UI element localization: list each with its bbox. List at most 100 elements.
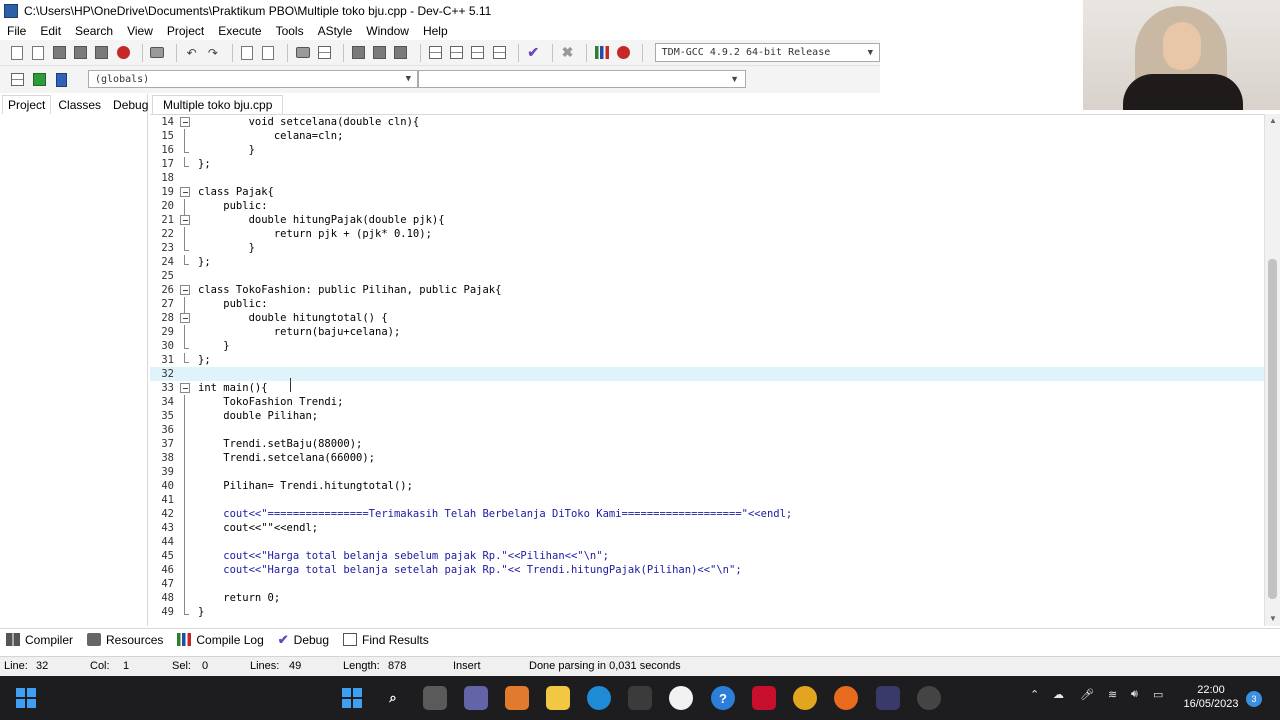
store-icon[interactable]	[628, 686, 652, 710]
help-icon[interactable]: ?	[711, 686, 735, 710]
goto-definition-button[interactable]	[52, 71, 70, 89]
close-all-button[interactable]	[114, 44, 131, 62]
tab-project[interactable]: Project	[2, 95, 52, 114]
indent-button[interactable]	[371, 44, 388, 62]
open-button[interactable]	[29, 44, 46, 62]
menu-execute[interactable]: Execute	[211, 24, 268, 38]
file-explorer-icon[interactable]	[546, 686, 570, 710]
mcafee-icon[interactable]	[752, 686, 776, 710]
menu-edit[interactable]: Edit	[33, 24, 68, 38]
tab-debug-output[interactable]: ✔ Debug	[278, 632, 329, 648]
syntax-check-button[interactable]: ✔	[525, 44, 542, 62]
widgets-icon[interactable]	[16, 688, 36, 708]
code-line[interactable]: 38 Trendi.setcelana(66000);	[150, 451, 1264, 467]
tab-compiler[interactable]: Compiler	[6, 633, 73, 647]
profile-button[interactable]	[593, 44, 610, 62]
code-line[interactable]: 26 class TokoFashion: public Pilihan, pub…	[150, 283, 1264, 297]
code-line[interactable]: 27 public:	[150, 297, 1264, 313]
fold-toggle-icon[interactable]	[180, 215, 190, 225]
edge-icon[interactable]	[587, 686, 611, 710]
scroll-up-icon[interactable]: ▲	[1265, 114, 1280, 128]
find-button[interactable]	[239, 44, 256, 62]
devcpp-taskbar-icon[interactable]	[876, 686, 900, 710]
start-icon[interactable]	[342, 688, 362, 708]
code-line[interactable]: 35 double Pilihan;	[150, 409, 1264, 425]
toggle-comment-button[interactable]	[392, 44, 409, 62]
tab-resources[interactable]: Resources	[87, 633, 163, 647]
save-all-button[interactable]	[72, 44, 89, 62]
notification-badge[interactable]: 3	[1246, 691, 1262, 707]
chrome-icon[interactable]	[793, 686, 817, 710]
menu-astyle[interactable]: AStyle	[311, 24, 360, 38]
goto-declaration-button[interactable]	[30, 71, 48, 89]
code-line[interactable]: 48 return 0;	[150, 591, 1264, 607]
close-file-button[interactable]	[93, 44, 110, 62]
editor-scrollbar[interactable]: ▲ ▼	[1264, 114, 1280, 626]
volume-icon[interactable]: 🔊︎	[1131, 688, 1138, 701]
menu-project[interactable]: Project	[160, 24, 211, 38]
wifi-icon[interactable]: ≋	[1108, 688, 1117, 701]
code-line[interactable]: 18	[150, 171, 1264, 185]
menu-tools[interactable]: Tools	[269, 24, 311, 38]
code-line[interactable]: 15 celana=cln;	[150, 129, 1264, 145]
class-browser-button[interactable]	[8, 71, 26, 89]
obs-icon[interactable]	[917, 686, 941, 710]
code-line[interactable]: 25	[150, 269, 1264, 283]
code-line[interactable]: 23 }	[150, 241, 1264, 255]
new-file-button[interactable]	[8, 44, 25, 62]
code-line[interactable]: 32	[150, 367, 1264, 381]
member-select[interactable]: ▼	[418, 70, 746, 88]
code-line[interactable]: 36	[150, 423, 1264, 439]
cloud-icon[interactable]: ☁	[1053, 688, 1064, 701]
menu-search[interactable]: Search	[68, 24, 120, 38]
fold-toggle-icon[interactable]	[180, 285, 190, 295]
compile-button[interactable]	[426, 44, 443, 62]
scroll-down-icon[interactable]: ▼	[1265, 612, 1280, 626]
code-line[interactable]: 16 }	[150, 143, 1264, 157]
menu-view[interactable]: View	[120, 24, 160, 38]
code-line[interactable]: 42 cout<<"================Terimakasih Te…	[150, 507, 1264, 523]
code-line[interactable]: 47	[150, 577, 1264, 593]
code-line[interactable]: 20 public:	[150, 199, 1264, 215]
compiler-select[interactable]: TDM-GCC 4.9.2 64-bit Release ▼	[654, 43, 881, 62]
chevron-up-icon[interactable]: ⌃	[1030, 688, 1039, 701]
chat-icon[interactable]	[464, 686, 488, 710]
stop-execution-button[interactable]: ✖	[559, 44, 576, 62]
code-line[interactable]: 34 TokoFashion Trendi;	[150, 395, 1264, 411]
github-icon[interactable]	[669, 686, 693, 710]
code-line[interactable]: 28 double hitungtotal() {	[150, 311, 1264, 325]
code-line[interactable]: 41	[150, 493, 1264, 509]
code-line[interactable]: 24};	[150, 255, 1264, 269]
undo-button[interactable]: ↶	[183, 44, 200, 62]
tab-file[interactable]: Multiple toko bju.cpp	[152, 95, 284, 114]
save-button[interactable]	[51, 44, 68, 62]
code-line[interactable]: 33 int main(){	[150, 381, 1264, 395]
firefox-icon[interactable]	[834, 686, 858, 710]
code-line[interactable]: 22 return pjk + (pjk* 0.10);	[150, 227, 1264, 243]
fold-toggle-icon[interactable]	[180, 117, 190, 127]
code-line[interactable]: 17};	[150, 157, 1264, 171]
run-button[interactable]	[448, 44, 465, 62]
bookmark-button[interactable]	[315, 44, 332, 62]
code-line[interactable]: 46 cout<<"Harga total belanja setelah pa…	[150, 563, 1264, 579]
fold-toggle-icon[interactable]	[180, 187, 190, 197]
taskbar-clock[interactable]: 22:00 16/05/2023	[1180, 683, 1242, 711]
code-line[interactable]: 49}	[150, 605, 1264, 619]
search-icon[interactable]: ⌕	[381, 686, 405, 710]
goto-line-button[interactable]	[294, 44, 311, 62]
code-line[interactable]: 21 double hitungPajak(double pjk){	[150, 213, 1264, 227]
fold-toggle-icon[interactable]	[180, 383, 190, 393]
xampp-icon[interactable]	[505, 686, 529, 710]
tab-debug[interactable]: Debug	[108, 96, 153, 114]
tab-compile-log[interactable]: Compile Log	[177, 633, 264, 647]
code-line[interactable]: 37 Trendi.setBaju(88000);	[150, 437, 1264, 453]
code-line[interactable]: 31};	[150, 353, 1264, 367]
code-line[interactable]: 39	[150, 465, 1264, 481]
rebuild-button[interactable]	[490, 44, 507, 62]
print-button[interactable]	[149, 44, 166, 62]
code-line[interactable]: 19 class Pajak{	[150, 185, 1264, 199]
code-line[interactable]: 44	[150, 535, 1264, 551]
redo-button[interactable]: ↷	[204, 44, 221, 62]
compile-run-button[interactable]	[469, 44, 486, 62]
code-editor[interactable]: 14 void setcelana(double cln){15 celana=…	[150, 114, 1264, 626]
